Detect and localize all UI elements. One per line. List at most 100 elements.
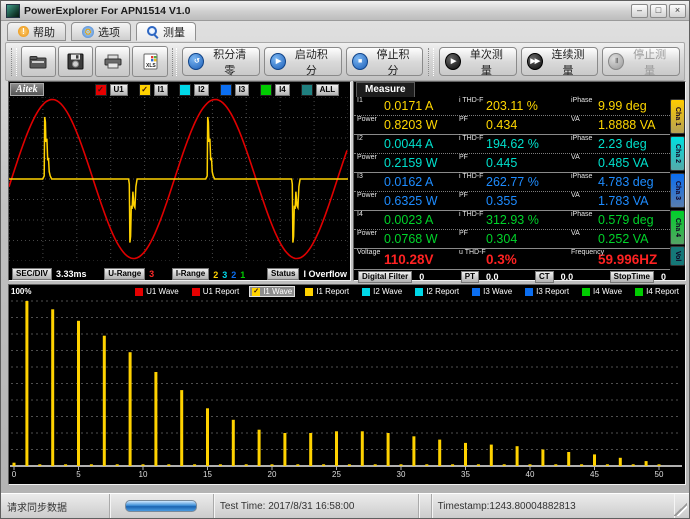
tab-label: 测量 xyxy=(163,24,185,40)
tab-label: 选项 xyxy=(98,24,120,40)
app-window: PowerExplorer For APN1514 V1.0 – □ × !帮助… xyxy=(0,0,690,519)
i-thd-label-cell: i THD-F203.11 % xyxy=(456,97,568,115)
field-label: StopTime xyxy=(610,271,654,283)
field-label: Digital Filter xyxy=(358,271,412,283)
open-file-button[interactable] xyxy=(21,46,56,77)
va-value: 0.252 VA xyxy=(568,230,670,248)
save-file-button[interactable] xyxy=(58,46,93,77)
tab-options[interactable]: ⚙选项 xyxy=(71,22,131,41)
svg-text:35: 35 xyxy=(461,470,470,479)
toolbar-grip xyxy=(428,48,434,76)
channel-label: I3 xyxy=(235,84,250,96)
channel-color-swatch xyxy=(301,84,313,96)
svg-text:0: 0 xyxy=(12,470,17,479)
title-bar[interactable]: PowerExplorer For APN1514 V1.0 – □ × xyxy=(1,1,689,21)
iphase-label-cell: iPhase4.783 deg xyxy=(568,173,670,191)
scope-channel-i3[interactable]: I3 xyxy=(220,84,250,96)
measure-channel-2: I20.0044 Ai THD-F194.62 %iPhase2.23 degP… xyxy=(354,134,670,172)
tab-label: 帮助 xyxy=(33,24,55,40)
ct-field: CT0.0 xyxy=(535,271,573,283)
channel-tab-4[interactable]: Cha 4 xyxy=(670,210,685,245)
scope-channel-i1[interactable]: ✓I1 xyxy=(139,84,169,96)
legend-label: U1 Wave xyxy=(146,287,179,296)
minimize-button[interactable]: – xyxy=(631,4,648,18)
measure-row: I20.0044 Ai THD-F194.62 %iPhase2.23 deg xyxy=(354,135,670,153)
progress-bar xyxy=(125,500,197,512)
integral-stop-button[interactable]: ■停止积分 xyxy=(346,47,424,76)
power-label-cell: Power0.6325 W xyxy=(354,192,456,210)
pf-label: PF xyxy=(459,154,468,161)
legend-i4-report[interactable]: I4 Report xyxy=(633,287,681,296)
legend-swatch xyxy=(362,288,370,296)
status-spacer xyxy=(419,494,432,518)
status-bar: 请求同步数据 Test Time: 2017/8/31 16:58:00 Tim… xyxy=(1,493,689,518)
legend-i1-report[interactable]: I1 Report xyxy=(303,287,351,296)
scope-channel-i2[interactable]: I2 xyxy=(179,84,209,96)
iphase-label-cell: iPhase2.23 deg xyxy=(568,135,670,153)
legend-swatch xyxy=(582,288,590,296)
iphase-label-cell: iPhase9.99 deg xyxy=(568,97,670,115)
channel-label: I4 xyxy=(275,84,290,96)
single-measure-button[interactable]: ▶单次测量 xyxy=(439,47,517,76)
iphase-label-cell: iPhase0.579 deg xyxy=(568,211,670,229)
voltage-row: Voltage 110.28V u THD-F 0.3% Frequency 5… xyxy=(354,248,670,269)
stop-measure-button[interactable]: Ⅱ停止测量 xyxy=(602,47,680,76)
voltage-tab[interactable]: Vol xyxy=(670,246,685,266)
channel-tab-label: Cha 4 xyxy=(674,218,681,237)
legend-i2-wave[interactable]: I2 Wave xyxy=(360,287,404,296)
pf-value: 0.304 xyxy=(456,230,568,248)
legend-label: I3 Report xyxy=(536,287,569,296)
scope-channel-i4[interactable]: I4 xyxy=(260,84,290,96)
frequency-label: Frequency xyxy=(571,249,604,256)
power-label-cell: Power0.2159 W xyxy=(354,154,456,172)
measure-tab[interactable]: Measure xyxy=(356,82,415,97)
legend-i3-wave[interactable]: I3 Wave xyxy=(470,287,514,296)
channel-tab-2[interactable]: Cha 2 xyxy=(670,136,685,171)
continuous-measure-button[interactable]: ▶▶连续测量 xyxy=(521,47,599,76)
channel-tab-3[interactable]: Cha 3 xyxy=(670,173,685,208)
legend-i2-report[interactable]: I2 Report xyxy=(413,287,461,296)
i-thd-label: i THD-F xyxy=(459,211,483,218)
export-xls-button[interactable]: XLS xyxy=(132,46,167,77)
va-label-cell: VA1.8888 VA xyxy=(568,116,670,134)
svg-text:20: 20 xyxy=(268,470,277,479)
pf-label-cell: PF0.445 xyxy=(456,154,568,172)
power-label: Power xyxy=(357,116,377,123)
legend-i4-wave[interactable]: I4 Wave xyxy=(580,287,624,296)
iphase-label: iPhase xyxy=(571,135,592,142)
tab-measure[interactable]: 测量 xyxy=(136,22,196,41)
app-icon xyxy=(6,4,20,18)
field-label: PT xyxy=(461,271,479,283)
legend-label: I4 Wave xyxy=(593,287,622,296)
restore-button[interactable]: □ xyxy=(650,4,667,18)
waveform-panel: Aitek ✓U1✓I1I2I3I4ALL SEC/DIV 3.33ms U-R… xyxy=(8,81,351,281)
current-label-cell: I10.0171 A xyxy=(354,97,456,115)
legend-u1-report[interactable]: U1 Report xyxy=(190,287,241,296)
measure-channel-4: I40.0023 Ai THD-F312.93 %iPhase0.579 deg… xyxy=(354,210,670,248)
power-label-cell: Power0.8203 W xyxy=(354,116,456,134)
legend-i3-report[interactable]: I3 Report xyxy=(523,287,571,296)
legend-label: I1 Report xyxy=(316,287,349,296)
tab-help[interactable]: !帮助 xyxy=(7,22,66,41)
stop-icon: ■ xyxy=(352,53,368,70)
scope-channel-u1[interactable]: ✓U1 xyxy=(95,84,128,96)
channel-label: U1 xyxy=(110,84,128,96)
test-time: Test Time: 2017/8/31 16:58:00 xyxy=(214,494,419,518)
legend-i1-wave[interactable]: ✓I1 Wave xyxy=(250,287,294,296)
print-button[interactable] xyxy=(95,46,130,77)
scope-channel-all[interactable]: ALL xyxy=(301,84,340,96)
toolbar-button-label: 启动积分 xyxy=(291,46,332,78)
resize-grip[interactable] xyxy=(674,502,687,516)
channel-tab-1[interactable]: Cha 1 xyxy=(670,99,685,134)
legend-u1-wave[interactable]: U1 Wave xyxy=(133,287,181,296)
waveform-plot xyxy=(9,97,348,261)
measure-row: I30.0162 Ai THD-F262.77 %iPhase4.783 deg xyxy=(354,173,670,191)
close-button[interactable]: × xyxy=(669,4,686,18)
channel-tab-label: Cha 3 xyxy=(674,181,681,200)
measure-magnifier-icon xyxy=(147,26,159,38)
channel-color-swatch xyxy=(260,84,272,96)
integral-start-button[interactable]: ▶启动积分 xyxy=(264,47,342,76)
progress-cell xyxy=(110,494,214,518)
toolbar-button-label: 停止测量 xyxy=(629,46,670,78)
integral-clear-button[interactable]: ↺积分清零 xyxy=(182,47,260,76)
